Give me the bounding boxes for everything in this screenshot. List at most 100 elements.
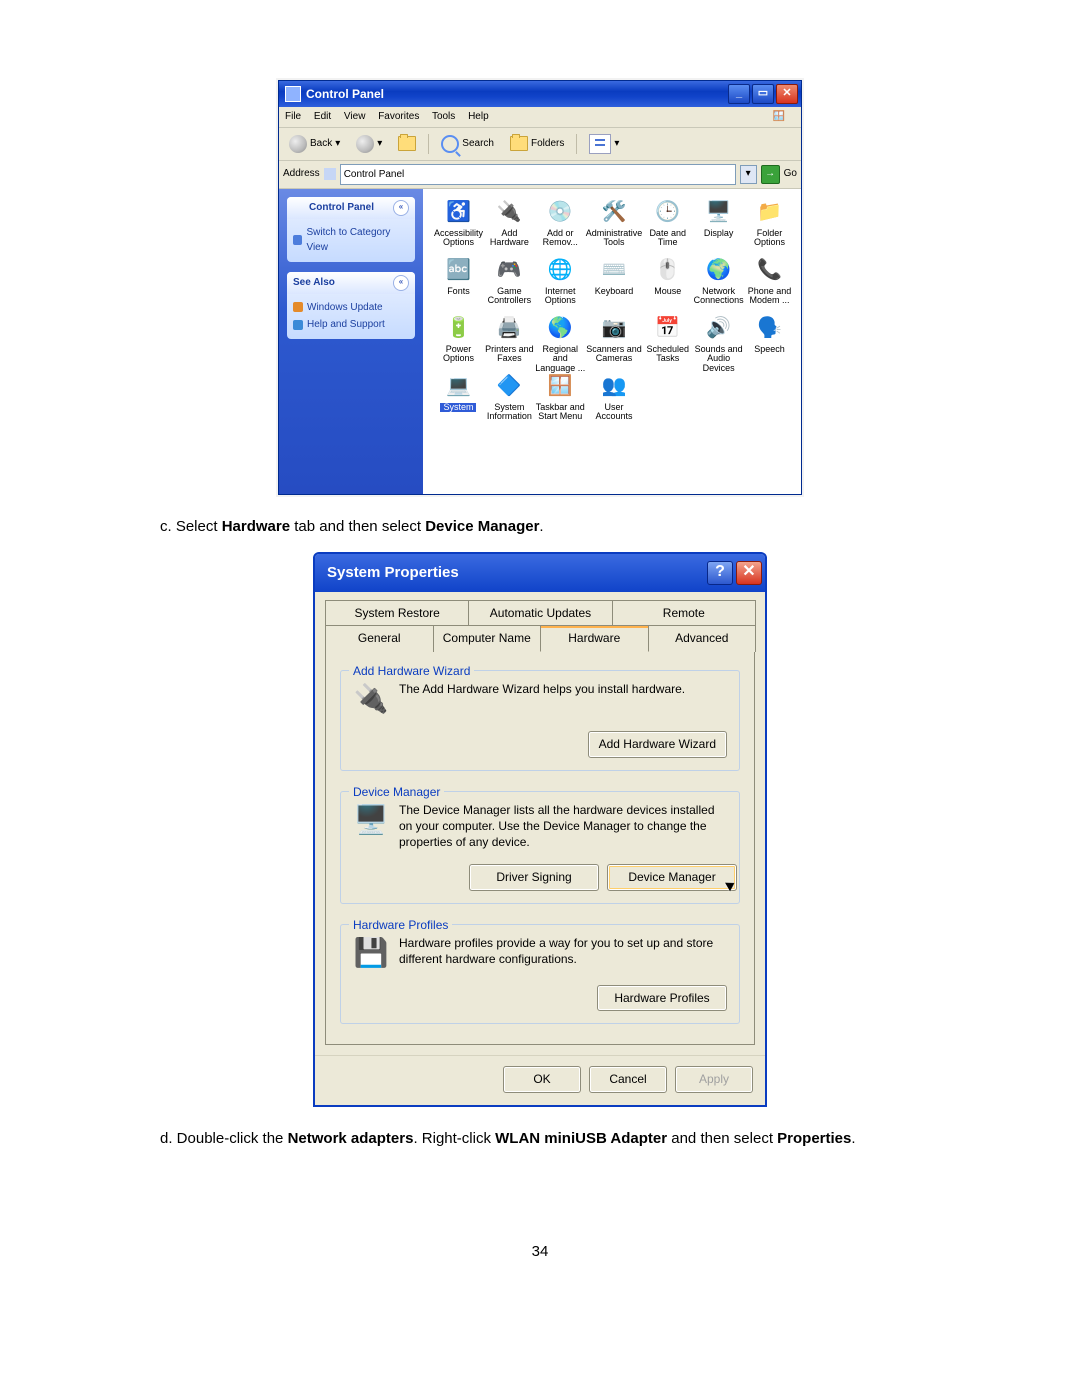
app-label: Printers and Faxes <box>484 345 535 365</box>
app-icon: 🖥️ <box>704 197 734 227</box>
address-dropdown-icon[interactable]: ▾ <box>740 165 757 184</box>
minimize-button[interactable]: _ <box>728 84 750 104</box>
see-also-windows-update[interactable]: Windows Update <box>293 300 409 316</box>
address-input[interactable] <box>340 164 736 185</box>
apply-button[interactable]: Apply <box>675 1066 753 1093</box>
folders-button[interactable]: Folders <box>504 133 570 155</box>
chevron-down-icon: ▾ <box>614 136 619 152</box>
tab-automatic-updates[interactable]: Automatic Updates <box>468 600 612 626</box>
back-icon <box>289 135 307 153</box>
collapse-icon[interactable]: « <box>393 275 409 291</box>
app-icon: 📷 <box>599 313 629 343</box>
switch-category-view-link[interactable]: Switch to Category View <box>293 225 409 256</box>
forward-button[interactable]: ▾ <box>350 132 388 156</box>
menu-file[interactable]: File <box>285 111 301 122</box>
app-icon: 📁 <box>755 197 785 227</box>
legend-hardware-profiles: Hardware Profiles <box>349 916 452 935</box>
app-label: Network Connections <box>693 287 744 307</box>
cp-icon-add-hardware[interactable]: 🔌Add Hardware <box>484 197 535 255</box>
help-button[interactable]: ? <box>707 561 733 585</box>
back-button[interactable]: Back ▾ <box>283 132 346 156</box>
menu-view[interactable]: View <box>344 111 366 122</box>
cp-icon-regional-and-language[interactable]: 🌎Regional and Language ... <box>535 313 586 371</box>
tab-remote[interactable]: Remote <box>612 600 756 626</box>
maximize-button[interactable]: ▭ <box>752 84 774 104</box>
tab-hardware[interactable]: Hardware <box>540 625 649 652</box>
cp-icon-keyboard[interactable]: ⌨️Keyboard <box>586 255 643 313</box>
app-label: System Information <box>484 403 535 423</box>
close-button[interactable]: ✕ <box>776 84 798 104</box>
cp-icon-display[interactable]: 🖥️Display <box>693 197 744 255</box>
search-icon <box>441 135 459 153</box>
ok-button[interactable]: OK <box>503 1066 581 1093</box>
app-label: Scanners and Cameras <box>586 345 643 365</box>
legend-device-manager: Device Manager <box>349 783 444 802</box>
cp-icon-administrative-tools[interactable]: 🛠️Administrative Tools <box>586 197 643 255</box>
app-icon: 🎮 <box>494 255 524 285</box>
cp-icon-date-and-time[interactable]: 🕒Date and Time <box>642 197 693 255</box>
add-hardware-wizard-button[interactable]: Add Hardware Wizard <box>588 731 727 758</box>
menu-tools[interactable]: Tools <box>432 111 455 122</box>
sp-title: System Properties <box>327 561 704 584</box>
app-label: Power Options <box>433 345 484 365</box>
see-also-help-support[interactable]: Help and Support <box>293 317 409 333</box>
menu-help[interactable]: Help <box>468 111 489 122</box>
hardware-profiles-button[interactable]: Hardware Profiles <box>597 985 727 1012</box>
cp-icon-taskbar-and-start-menu[interactable]: 🪟Taskbar and Start Menu <box>535 371 586 429</box>
cp-icon-game-controllers[interactable]: 🎮Game Controllers <box>484 255 535 313</box>
group-device-manager: Device Manager 🖥️ The Device Manager lis… <box>340 791 740 904</box>
cp-icon-system-information[interactable]: 🔷System Information <box>484 371 535 429</box>
app-icon: 🌐 <box>545 255 575 285</box>
cp-icon-add-or-remov[interactable]: 💿Add or Remov... <box>535 197 586 255</box>
folders-icon <box>510 136 528 151</box>
app-label: Folder Options <box>744 229 795 249</box>
go-button[interactable]: → <box>761 165 780 184</box>
device-manager-icon: 🖥️ <box>353 802 389 838</box>
cp-icon-phone-and-modem[interactable]: 📞Phone and Modem ... <box>744 255 795 313</box>
up-button[interactable] <box>392 133 422 154</box>
cp-icon-mouse[interactable]: 🖱️Mouse <box>642 255 693 313</box>
cp-icon-scanners-and-cameras[interactable]: 📷Scanners and Cameras <box>586 313 643 371</box>
cp-icon-system[interactable]: 💻System <box>433 371 484 429</box>
cp-icon-accessibility-options[interactable]: ♿Accessibility Options <box>433 197 484 255</box>
cp-icon-network-connections[interactable]: 🌍Network Connections <box>693 255 744 313</box>
cp-icon-sounds-and-audio-devices[interactable]: 🔊Sounds and Audio Devices <box>693 313 744 371</box>
app-label: System <box>440 403 476 413</box>
app-icon: 🖱️ <box>653 255 683 285</box>
cp-icon-speech[interactable]: 🗣️Speech <box>744 313 795 371</box>
cp-icon-printers-and-faxes[interactable]: 🖨️Printers and Faxes <box>484 313 535 371</box>
hardware-profiles-text: Hardware profiles provide a way for you … <box>399 935 727 967</box>
sp-hardware-panel: Add Hardware Wizard 🔌 The Add Hardware W… <box>325 651 755 1045</box>
cp-icon-folder-options[interactable]: 📁Folder Options <box>744 197 795 255</box>
cp-icon-internet-options[interactable]: 🌐Internet Options <box>535 255 586 313</box>
sp-footer: OK Cancel Apply <box>315 1055 765 1105</box>
app-icon: 🔋 <box>443 313 473 343</box>
tab-advanced[interactable]: Advanced <box>648 625 757 652</box>
tab-computer-name[interactable]: Computer Name <box>433 625 542 652</box>
switch-link-label: Switch to Category View <box>306 225 409 256</box>
collapse-icon[interactable]: « <box>393 200 409 216</box>
app-icon: 🔊 <box>704 313 734 343</box>
menu-favorites[interactable]: Favorites <box>378 111 419 122</box>
app-icon: 🔷 <box>494 371 524 401</box>
cp-icon-power-options[interactable]: 🔋Power Options <box>433 313 484 371</box>
tab-general[interactable]: General <box>325 625 434 652</box>
search-button[interactable]: Search <box>435 132 500 156</box>
close-button[interactable]: ✕ <box>736 561 762 585</box>
cp-icon-scheduled-tasks[interactable]: 📅Scheduled Tasks <box>642 313 693 371</box>
views-button[interactable]: ▾ <box>583 131 625 157</box>
forward-icon <box>356 135 374 153</box>
device-manager-button[interactable]: Device Manager <box>607 864 737 891</box>
app-label: Game Controllers <box>484 287 535 307</box>
driver-signing-button[interactable]: Driver Signing <box>469 864 599 891</box>
app-label: Internet Options <box>535 287 586 307</box>
app-icon: 🛠️ <box>599 197 629 227</box>
instruction-c: c. Select Hardware tab and then select D… <box>160 515 980 538</box>
cp-icon-user-accounts[interactable]: 👥User Accounts <box>586 371 643 429</box>
app-icon: 🌍 <box>704 255 734 285</box>
tab-system-restore[interactable]: System Restore <box>325 600 469 626</box>
cancel-button[interactable]: Cancel <box>589 1066 667 1093</box>
menu-edit[interactable]: Edit <box>314 111 331 122</box>
link-icon <box>293 235 302 245</box>
cp-icon-fonts[interactable]: 🔤Fonts <box>433 255 484 313</box>
